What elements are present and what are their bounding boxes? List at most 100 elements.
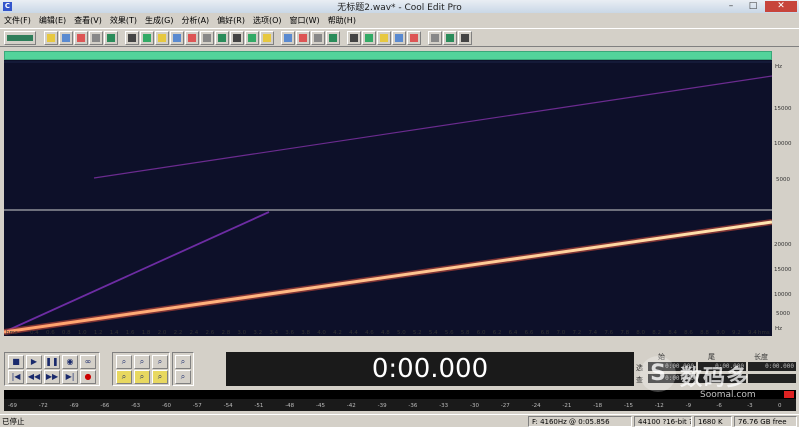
ruler-top-unit: Hz [775,64,782,70]
view-begin-field[interactable]: 0:00.000 [648,374,696,383]
menu-view[interactable]: 查看(V) [74,15,102,26]
meter-tick: -30 [470,403,479,409]
save-file-button[interactable] [74,30,88,45]
selection-end-field[interactable]: 0:00.000 [698,362,746,371]
play-list-button[interactable] [377,30,391,45]
play-button[interactable]: ▶ [26,355,42,369]
meter-tick: -33 [439,403,448,409]
meter-tick: -24 [532,403,541,409]
menu-favorites[interactable]: 偏好(R) [217,15,245,26]
vertical-zoom-controls: ⌕ ⌕ [172,352,194,386]
menu-effects[interactable]: 效果(T) [110,15,137,26]
paste-button[interactable] [200,30,214,45]
zoom-vertical-out-button[interactable]: ⌕ [175,370,191,384]
status-bar: 已停止 F: 4160Hz @ 0:05.856 44100 ?16-bit ?… [0,414,799,427]
undo-button[interactable] [125,30,139,45]
zoom-out-button[interactable]: ⌕ [134,355,150,369]
time-ruler-tick: 9.0 [716,330,725,336]
spectral-display[interactable] [4,60,772,336]
cd-button[interactable] [428,30,442,45]
menu-generate[interactable]: 生成(G) [145,15,173,26]
time-ruler-tick: 0.4 [30,330,39,336]
trim-button[interactable] [245,30,259,45]
maximize-button[interactable]: □ [742,1,764,12]
redo-button[interactable] [140,30,154,45]
open-file-button[interactable] [59,30,73,45]
menu-help[interactable]: 帮助(H) [328,15,356,26]
waveform-view-button[interactable] [296,30,310,45]
zoom-right-button[interactable]: ⌕ [152,370,168,384]
zoom-full-icon: ⌕ [157,357,163,366]
loop-play-button[interactable]: ∞ [80,355,96,369]
paste-new-button[interactable] [215,30,229,45]
rewind-button[interactable]: ◀◀ [26,370,42,384]
mode-switch-button[interactable] [4,30,36,45]
status-free-space: 76.76 GB free [734,416,797,427]
level-meter: -69 -72 -69 -66 -63 -60 -57 -54 -51 -48 -45 -42 -39-… [4,390,796,412]
multitrack-button[interactable] [311,30,325,45]
save-as-button[interactable] [89,30,103,45]
scripts-button[interactable] [392,30,406,45]
time-ruler-tick: 7.2 [572,330,581,336]
zoom-in-icon: ⌕ [121,357,127,366]
record-button[interactable]: ● [80,370,96,384]
meter-tick: -69 [8,403,17,409]
repeat-button[interactable] [155,30,169,45]
frequency-analysis-button[interactable] [326,30,340,45]
status-format[interactable]: 44100 ?16-bit ?Stereo [634,416,692,427]
selection-length-field[interactable]: 0:00.000 [748,362,796,371]
save-file-icon [77,33,85,42]
mix-paste-icon [233,33,241,42]
help-button[interactable] [443,30,457,45]
cut-button[interactable] [185,30,199,45]
clip-indicator[interactable] [784,391,794,398]
new-file-button[interactable] [44,30,58,45]
frequency-ruler: Hz 15000 10000 5000 20000 15000 10000 50… [772,60,796,336]
ruler-top-tick: 5000 [776,177,790,183]
selection-begin-field[interactable]: 0:00.000 [648,362,696,371]
open-file-icon [62,33,70,42]
play-to-end-button[interactable]: ◉ [62,355,78,369]
menu-window[interactable]: 窗口(W) [290,15,320,26]
view-end-field[interactable] [698,374,746,383]
save-as-icon [92,33,100,42]
fast-forward-button[interactable]: ▶▶ [44,370,60,384]
time-ruler-tick: 5.8 [461,330,470,336]
meter-tick: -39 [378,403,387,409]
spectral-view-button[interactable] [281,30,295,45]
overview-bar[interactable] [4,51,772,60]
zoom-full-button[interactable]: ⌕ [152,355,168,369]
delete-button[interactable] [260,30,274,45]
mix-paste-button[interactable] [230,30,244,45]
copy-button[interactable] [170,30,184,45]
cue-button[interactable] [362,30,376,45]
ruler-bottom-tick: 10000 [774,292,792,298]
go-to-start-button[interactable]: |◀ [8,370,24,384]
time-ruler-tick: 9.4 [748,330,757,336]
pause-button[interactable]: ❚❚ [44,355,60,369]
info-button[interactable] [458,30,472,45]
ruler-top-tick: 15000 [774,106,792,112]
time-ruler-tick: 1.4 [110,330,119,336]
minimize-button[interactable]: – [720,1,742,12]
zoom-vertical-in-button[interactable]: ⌕ [175,355,191,369]
time-ruler-tick: 8.2 [652,330,661,336]
close-file-button[interactable] [104,30,118,45]
menu-file[interactable]: 文件(F) [4,15,31,26]
zoom-left-button[interactable]: ⌕ [134,370,150,384]
time-ruler[interactable]: hms 0.4 0.6 0.8 1.0 1.2 1.4 1.6 1.8 2.0 2.2 2.4 2.6 2… [4,326,796,336]
stop-button[interactable]: ■ [8,355,24,369]
view-length-field[interactable] [748,374,796,383]
menu-options[interactable]: 选项(O) [253,15,282,26]
time-ruler-tick: 6.0 [477,330,486,336]
settings-button[interactable] [407,30,421,45]
zoom-in-button[interactable]: ⌕ [116,355,132,369]
close-button[interactable]: ✕ [765,1,797,12]
zoom-selection-button[interactable]: ⌕ [116,370,132,384]
menu-edit[interactable]: 编辑(E) [39,15,66,26]
go-to-end-button[interactable]: ▶| [62,370,78,384]
menu-analyze[interactable]: 分析(A) [181,15,209,26]
time-ruler-tick: 0.6 [46,330,55,336]
ruler-bottom-tick: 15000 [774,267,792,273]
loop-button[interactable] [347,30,361,45]
